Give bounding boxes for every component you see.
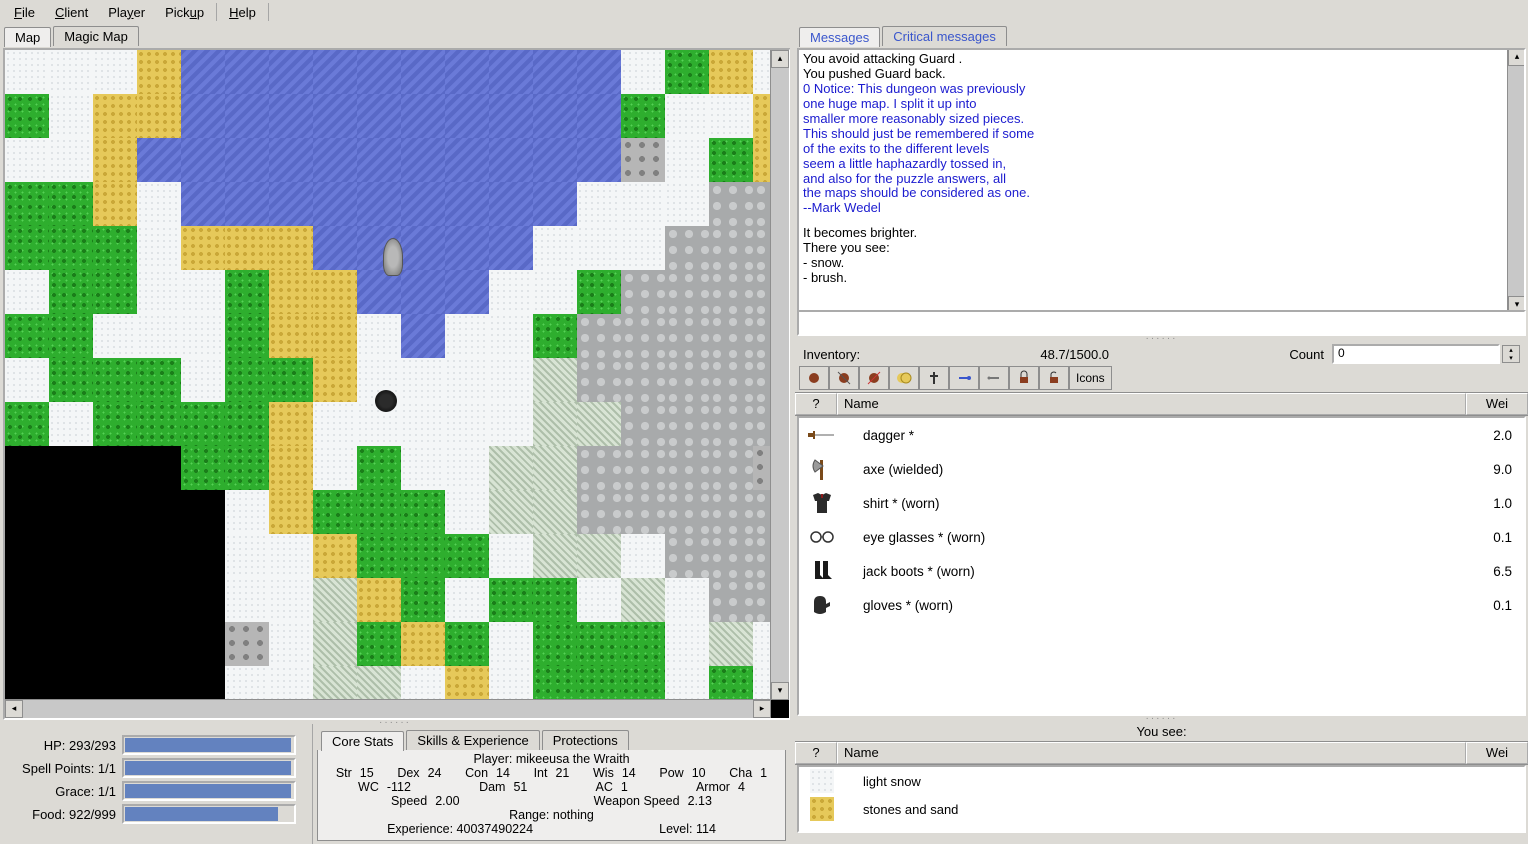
filter-cursed-icon[interactable] — [919, 366, 949, 390]
menu-file[interactable]: File — [4, 3, 45, 22]
inventory-item[interactable]: eye glasses * (worn)0.1 — [799, 520, 1524, 554]
stats-pane: Core Stats Skills & Experience Protectio… — [313, 724, 790, 844]
inv-col-weight[interactable]: Wei — [1466, 393, 1528, 415]
inventory-item[interactable]: gloves * (worn)0.1 — [799, 588, 1524, 622]
scroll-down-icon[interactable]: ▾ — [771, 682, 789, 700]
floor-header: You see: — [795, 722, 1528, 741]
filter-applied-icon[interactable] — [829, 366, 859, 390]
floor-item[interactable]: stones and sand — [799, 795, 1524, 823]
inventory-toolbar: Icons — [799, 366, 1524, 390]
menubar: File Client Player Pickup Help — [0, 0, 1528, 25]
map-hscroll[interactable]: ◂ ▸ — [5, 699, 771, 718]
message-log[interactable]: You avoid attacking Guard . You pushed G… — [797, 48, 1526, 314]
inventory-item[interactable]: shirt * (worn)1.0 — [799, 486, 1524, 520]
map-vscroll[interactable]: ▴ ▾ — [770, 50, 789, 700]
gloves-icon — [805, 591, 839, 619]
view-icons-tab[interactable]: Icons — [1069, 366, 1112, 390]
menu-pickup[interactable]: Pickup — [155, 3, 214, 22]
inventory-item[interactable]: jack boots * (worn)6.5 — [799, 554, 1524, 588]
menu-help[interactable]: Help — [219, 3, 266, 22]
count-spin-down[interactable]: ▾ — [1503, 354, 1519, 362]
status-panel: HP: 293/293 Spell Points: 1/1 Grace: 1/1… — [0, 724, 790, 844]
count-input[interactable]: 0 — [1332, 344, 1500, 364]
filter-all-icon[interactable] — [799, 366, 829, 390]
inventory-item[interactable]: axe (wielded)9.0 — [799, 452, 1524, 486]
filter-unpaid-icon[interactable] — [889, 366, 919, 390]
filter-locked-icon[interactable] — [1009, 366, 1039, 390]
filter-magical-icon[interactable] — [949, 366, 979, 390]
hp-bar — [122, 735, 296, 755]
count-spin-up[interactable]: ▴ — [1503, 346, 1519, 354]
grace-label: Grace: 1/1 — [6, 784, 122, 799]
tab-skills[interactable]: Skills & Experience — [406, 730, 539, 750]
floor-col-name[interactable]: Name — [837, 742, 1466, 764]
inventory-weight: 48.7/1500.0 — [1040, 347, 1109, 362]
tab-messages[interactable]: Messages — [799, 27, 880, 47]
food-label: Food: 922/999 — [6, 807, 122, 822]
scroll-up-icon[interactable]: ▴ — [771, 50, 789, 68]
floor-panel: ······ You see: ? Name Wei light snow st… — [795, 716, 1528, 844]
right-pane: Messages Critical messages You avoid att… — [795, 24, 1528, 844]
filter-unlocked-icon[interactable] — [1039, 366, 1069, 390]
inv-col-name[interactable]: Name — [837, 393, 1466, 415]
right-vsplitter[interactable]: ······ — [795, 336, 1528, 342]
tab-critical-messages[interactable]: Critical messages — [882, 26, 1007, 46]
command-input[interactable] — [797, 310, 1526, 336]
player-marker-icon — [383, 238, 403, 276]
tab-magic-map[interactable]: Magic Map — [53, 26, 139, 46]
inventory-panel: Inventory: 48.7/1500.0 Count 0 ▴ ▾ Icons… — [795, 344, 1528, 714]
tab-map[interactable]: Map — [4, 27, 51, 47]
menu-player[interactable]: Player — [98, 3, 155, 22]
sand-tile-icon — [805, 795, 839, 823]
food-bar — [122, 804, 296, 824]
scroll-left-icon[interactable]: ◂ — [5, 700, 23, 718]
inv-col-icon[interactable]: ? — [795, 393, 837, 415]
eyeglasses-icon — [805, 523, 839, 551]
messages-vscroll[interactable]: ▴▾ — [1507, 48, 1526, 314]
floor-col-weight[interactable]: Wei — [1466, 742, 1528, 764]
sp-bar — [122, 758, 296, 778]
dagger-icon — [805, 421, 839, 449]
tab-protections[interactable]: Protections — [542, 730, 629, 750]
filter-nonmagical-icon[interactable] — [979, 366, 1009, 390]
experience-label: Experience: 40037490224 — [387, 822, 533, 836]
inventory-item[interactable]: dagger *2.0 — [799, 418, 1524, 452]
level-label: Level: 114 — [659, 822, 716, 836]
vitals-panel: HP: 293/293 Spell Points: 1/1 Grace: 1/1… — [0, 724, 313, 844]
count-label: Count — [1289, 347, 1324, 362]
player-name: Player: mikeeusa the Wraith — [324, 752, 779, 766]
sp-label: Spell Points: 1/1 — [6, 761, 122, 776]
map-tabrow: Map Magic Map — [0, 24, 790, 46]
floor-col-icon[interactable]: ? — [795, 742, 837, 764]
campfire-icon — [375, 390, 397, 412]
floor-list[interactable]: light snow stones and sand — [797, 765, 1526, 833]
inventory-list[interactable]: dagger *2.0 axe (wielded)9.0 shirt * (wo… — [797, 416, 1526, 716]
inventory-label: Inventory: — [803, 347, 860, 362]
left-pane: Map Magic Map ◂ ▸ ▴ ▾ ······ HP: 293/293… — [0, 24, 790, 844]
snow-tile-icon — [805, 767, 839, 795]
grace-bar — [122, 781, 296, 801]
range-label: Range: nothing — [324, 808, 779, 822]
menu-client[interactable]: Client — [45, 3, 98, 22]
boots-icon — [805, 557, 839, 585]
axe-icon — [805, 455, 839, 483]
floor-item[interactable]: light snow — [799, 767, 1524, 795]
hp-label: HP: 293/293 — [6, 738, 122, 753]
scroll-right-icon[interactable]: ▸ — [753, 700, 771, 718]
filter-unapplied-icon[interactable] — [859, 366, 889, 390]
tab-core-stats[interactable]: Core Stats — [321, 731, 404, 751]
map-viewport[interactable]: ◂ ▸ ▴ ▾ — [3, 48, 791, 720]
shirt-icon — [805, 489, 839, 517]
